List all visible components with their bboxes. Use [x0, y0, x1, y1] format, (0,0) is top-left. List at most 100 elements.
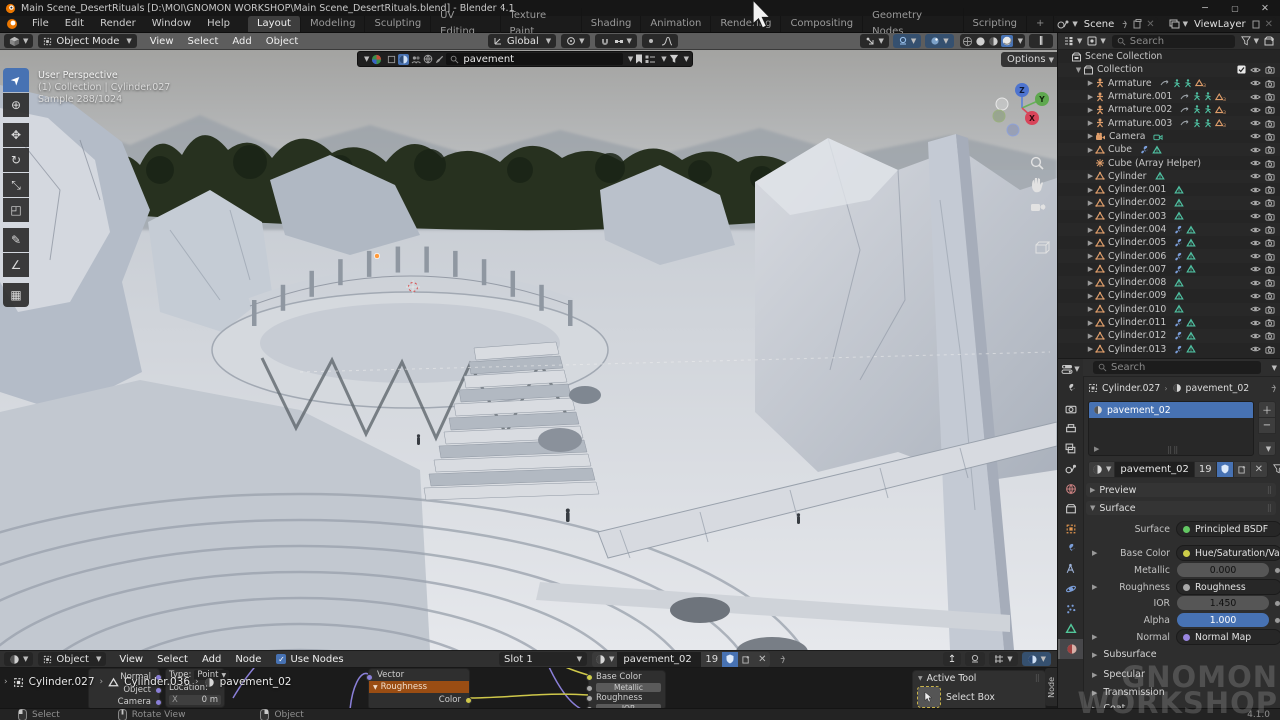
exclude-checkbox[interactable]: [1237, 65, 1246, 74]
tool-scale[interactable]: ⤡: [3, 173, 29, 197]
users-count-button[interactable]: 19: [1195, 461, 1217, 478]
tool-annotate[interactable]: ✎: [3, 228, 29, 252]
menu-render[interactable]: Render: [92, 16, 144, 32]
tool-transform[interactable]: ◰: [3, 198, 29, 222]
shader-extra-dropdown[interactable]: ▼: [1022, 652, 1051, 666]
shader-node-area[interactable]: NormalObjectCamera Type: Point▼ Location…: [0, 668, 1057, 708]
display-filter-icon[interactable]: [1087, 36, 1097, 46]
input-socket-icon[interactable]: [586, 695, 593, 702]
shader-menu-view[interactable]: View: [112, 654, 150, 665]
disable-render-camera-icon[interactable]: [1265, 132, 1275, 141]
disable-render-camera-icon[interactable]: [1265, 92, 1275, 101]
outliner-row-cylinder-003[interactable]: ▶Cylinder.003: [1058, 210, 1280, 223]
link-mode-icon[interactable]: [387, 55, 396, 64]
expand-icon[interactable]: ▶: [1086, 332, 1095, 340]
properties-tab-material[interactable]: [1058, 639, 1083, 659]
workspace-tab-sculpting[interactable]: Sculpting: [365, 16, 431, 32]
hide-eye-icon[interactable]: [1250, 239, 1261, 247]
output-socket-icon[interactable]: [155, 699, 162, 706]
hide-eye-icon[interactable]: [1250, 265, 1261, 273]
viewport-menu-object[interactable]: Object: [259, 36, 306, 47]
delete-scene-icon[interactable]: ✕: [1146, 19, 1154, 30]
add-workspace-button[interactable]: +: [1027, 16, 1054, 32]
hide-eye-icon[interactable]: [1250, 106, 1261, 114]
hide-eye-icon[interactable]: [1250, 279, 1261, 287]
active-tool-title[interactable]: Active Tool: [927, 673, 977, 684]
hide-eye-icon[interactable]: [1250, 305, 1261, 313]
outliner-row-camera[interactable]: ▶Camera: [1058, 130, 1280, 143]
unlink-material-button[interactable]: ✕: [1251, 461, 1268, 478]
pivot-dropdown[interactable]: ▼: [561, 34, 589, 48]
properties-tab-output[interactable]: [1058, 419, 1083, 439]
outliner-row-cube[interactable]: ▶Cube: [1058, 143, 1280, 156]
properties-tab-particles[interactable]: [1058, 599, 1083, 619]
wrench-badge-icon[interactable]: [1174, 238, 1183, 247]
remove-slot-button[interactable]: −: [1258, 418, 1276, 434]
properties-tab-modifiers[interactable]: [1058, 539, 1083, 559]
disable-render-camera-icon[interactable]: [1265, 212, 1275, 221]
expand-icon[interactable]: ▶: [1086, 292, 1095, 300]
hide-eye-icon[interactable]: [1250, 66, 1261, 74]
disable-render-camera-icon[interactable]: [1265, 105, 1275, 114]
chevron-down-icon[interactable]: ▼: [661, 55, 666, 63]
shader-menu-add[interactable]: Add: [195, 654, 228, 665]
browse-material-icon[interactable]: [398, 54, 409, 65]
brush-icon[interactable]: [435, 55, 444, 64]
man-badge-icon[interactable]: [1184, 79, 1192, 88]
input-socket-icon[interactable]: [586, 685, 593, 692]
hide-eye-icon[interactable]: [1250, 172, 1261, 180]
pin-icon[interactable]: [778, 655, 787, 664]
hide-eye-icon[interactable]: [1250, 93, 1261, 101]
tool-select-box[interactable]: ➤: [3, 68, 29, 92]
bookmark-icon[interactable]: [635, 54, 643, 64]
outliner-row-cylinder-009[interactable]: ▶Cylinder.009: [1058, 289, 1280, 302]
curve-badge-icon[interactable]: [1180, 119, 1190, 127]
expand-icon[interactable]: ▼: [1074, 66, 1083, 74]
expand-icon[interactable]: ▶: [1086, 319, 1095, 327]
minimize-button[interactable]: ─: [1190, 3, 1220, 14]
xray-dropdown[interactable]: ▼: [925, 34, 953, 48]
field-widget-alpha[interactable]: 1.000: [1176, 612, 1270, 628]
search-input[interactable]: pavement: [446, 53, 622, 65]
outliner-row-armature-002[interactable]: ▶Armature.0023: [1058, 103, 1280, 116]
filter-funnel-icon[interactable]: [1241, 36, 1251, 46]
menu-window[interactable]: Window: [144, 16, 199, 32]
wrench-badge-icon[interactable]: [1174, 345, 1183, 354]
chevron-down-icon[interactable]: ▼: [1254, 37, 1259, 45]
new-material-button[interactable]: [738, 652, 754, 667]
wrench-badge-icon[interactable]: [1174, 225, 1183, 234]
outliner-row-cylinder[interactable]: ▶Cylinder: [1058, 170, 1280, 183]
expand-icon[interactable]: ▶: [1086, 106, 1095, 114]
outliner-row-cube-array-helper-[interactable]: Cube (Array Helper): [1058, 156, 1280, 169]
expand-icon[interactable]: ▶: [1086, 252, 1095, 260]
tridata-badge-icon[interactable]: [1174, 185, 1184, 195]
hide-eye-icon[interactable]: [1250, 146, 1261, 154]
use-nodes-toggle[interactable]: ✓ Use Nodes: [276, 654, 343, 665]
chevron-down-icon[interactable]: ▼: [684, 55, 689, 63]
tool-move[interactable]: ✥: [3, 123, 29, 147]
disable-render-camera-icon[interactable]: [1265, 238, 1275, 247]
hide-eye-icon[interactable]: [1250, 345, 1261, 353]
material-slot-item[interactable]: pavement_02: [1089, 402, 1253, 418]
properties-search[interactable]: Search: [1093, 361, 1261, 374]
properties-tab-view-layer[interactable]: [1058, 439, 1083, 459]
options-button[interactable]: Options ▼: [1001, 52, 1057, 67]
chevron-down-icon[interactable]: ▼: [628, 55, 633, 63]
hide-eye-icon[interactable]: [1250, 252, 1261, 260]
expand-icon[interactable]: ▶: [1086, 265, 1095, 273]
disable-render-camera-icon[interactable]: [1265, 278, 1275, 287]
hide-eye-icon[interactable]: [1250, 319, 1261, 327]
expand-icon[interactable]: ▶: [1086, 119, 1095, 127]
tridata-badge-icon[interactable]: [1174, 291, 1184, 301]
outliner-row-cylinder-006[interactable]: ▶Cylinder.006: [1058, 249, 1280, 262]
workspace-tab-animation[interactable]: Animation: [641, 16, 711, 32]
tridata-badge-icon[interactable]: [1174, 304, 1184, 314]
surface-panel-header[interactable]: ▼Surface ⣿: [1086, 501, 1276, 515]
expand-icon[interactable]: ▶: [1086, 212, 1095, 220]
node-texture-coordinate[interactable]: NormalObjectCamera: [88, 668, 160, 708]
tri3-badge-icon[interactable]: 3: [1195, 78, 1206, 88]
delete-viewlayer-icon[interactable]: ✕: [1265, 19, 1273, 30]
unlink-material-button[interactable]: ✕: [754, 652, 770, 667]
material-slot-list[interactable]: pavement_02 ▶ ⣿⣿: [1088, 401, 1254, 456]
outliner-editor-icon[interactable]: [1063, 36, 1074, 46]
